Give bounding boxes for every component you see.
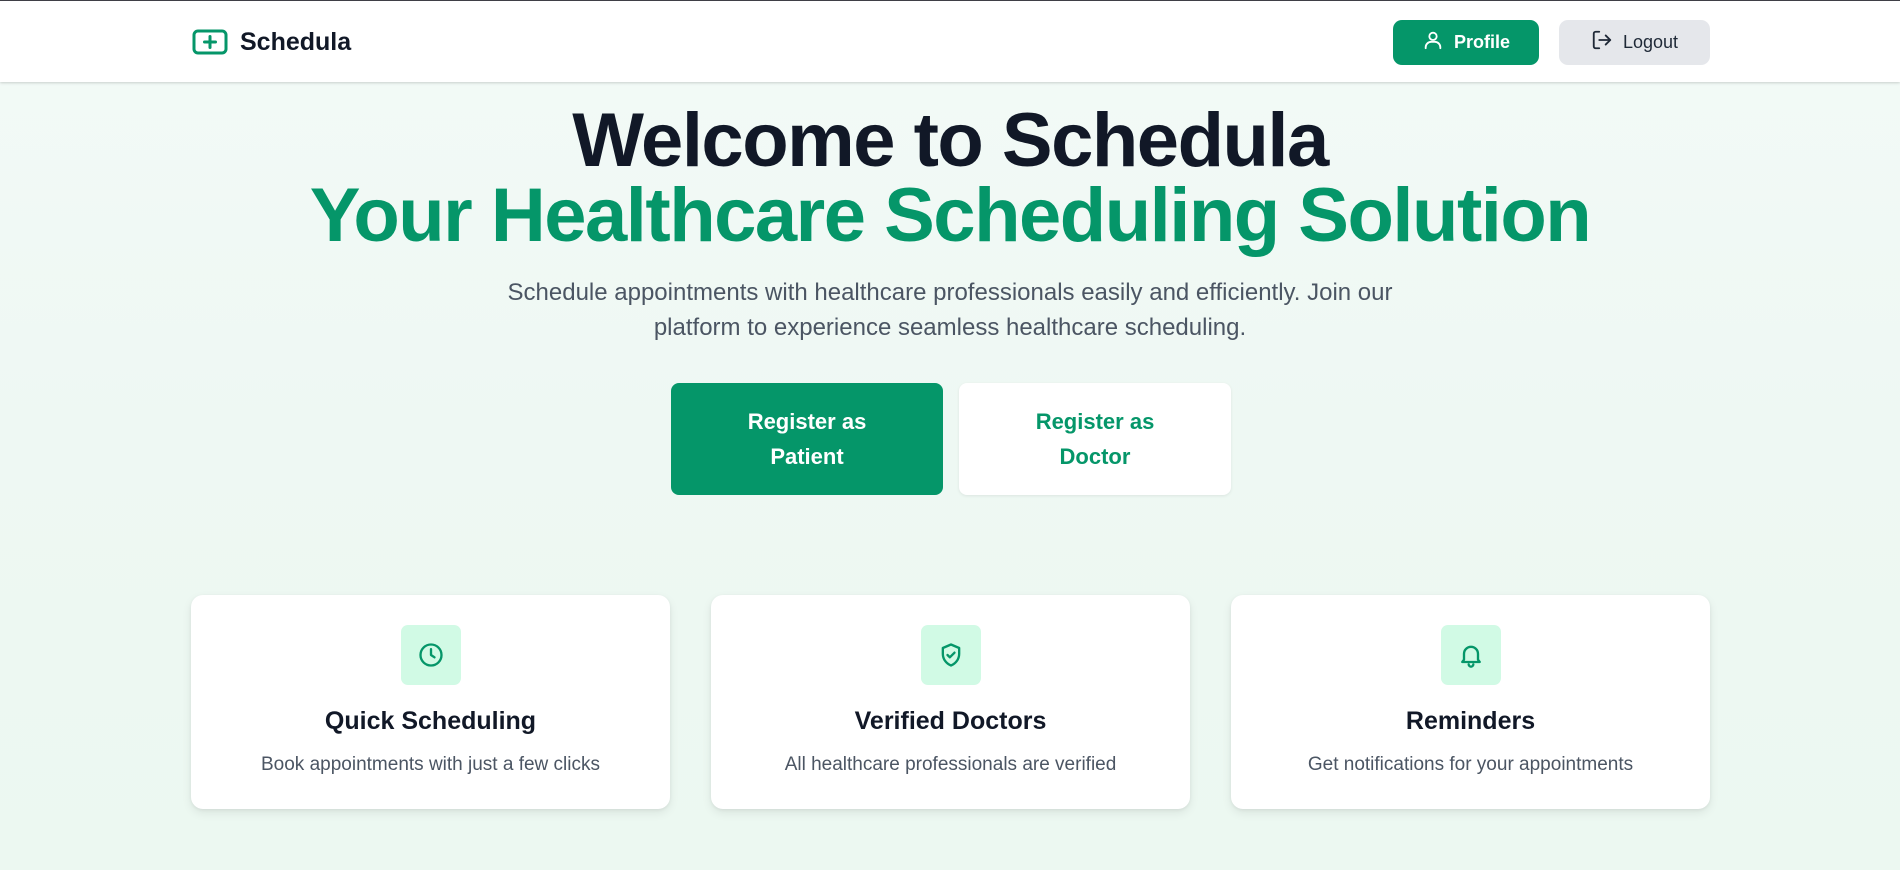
profile-button[interactable]: Profile xyxy=(1393,20,1539,65)
bell-icon xyxy=(1441,625,1501,685)
shield-check-icon xyxy=(921,625,981,685)
feature-description: Get notifications for your appointments xyxy=(1307,754,1634,775)
top-navbar: Schedula Profile Logout xyxy=(0,0,1900,82)
feature-title: Reminders xyxy=(1405,707,1536,735)
register-doctor-button[interactable]: Register as Doctor xyxy=(959,383,1231,495)
feature-description: All healthcare professionals are verifie… xyxy=(784,754,1117,775)
user-icon xyxy=(1422,29,1454,56)
feature-card-reminders: Reminders Get notifications for your app… xyxy=(1231,595,1710,809)
hero-subtitle: Schedule appointments with healthcare pr… xyxy=(507,279,1393,341)
logout-button[interactable]: Logout xyxy=(1559,20,1710,65)
feature-card-quick-scheduling: Quick Scheduling Book appointments with … xyxy=(191,595,670,809)
brand-logo-link[interactable]: Schedula xyxy=(192,27,351,57)
feature-card-verified-doctors: Verified Doctors All healthcare professi… xyxy=(711,595,1190,809)
profile-button-label: Profile xyxy=(1453,32,1510,52)
medical-plus-icon xyxy=(192,29,228,55)
feature-title: Verified Doctors xyxy=(854,707,1047,735)
register-patient-button[interactable]: Register as Patient xyxy=(671,383,943,495)
clock-icon xyxy=(401,625,461,685)
logout-icon xyxy=(1591,29,1623,56)
feature-title: Quick Scheduling xyxy=(324,707,537,735)
logout-button-label: Logout xyxy=(1622,32,1679,52)
brand-name: Schedula xyxy=(240,27,352,56)
feature-description: Book appointments with just a few clicks xyxy=(261,754,600,775)
hero-tagline: Your Healthcare Scheduling Solution xyxy=(309,173,1592,258)
